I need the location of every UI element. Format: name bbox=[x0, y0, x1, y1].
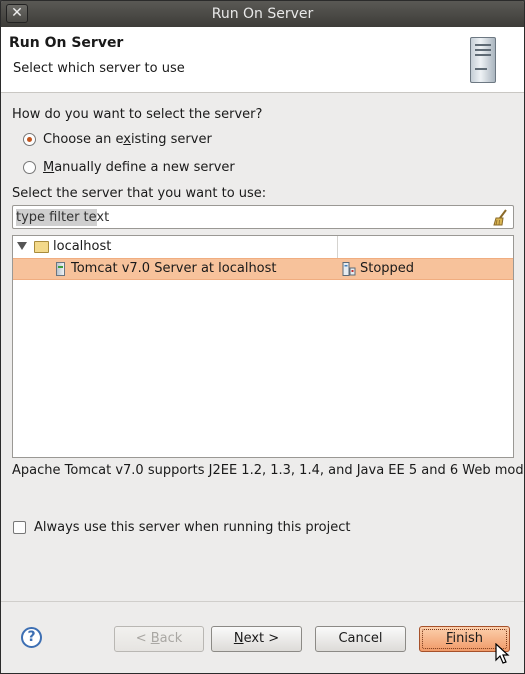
server-small-icon bbox=[56, 262, 65, 276]
always-use-option[interactable]: Always use this server when running this… bbox=[13, 520, 351, 535]
server-name: Tomcat v7.0 Server at localhost bbox=[71, 261, 277, 276]
next-button[interactable]: Next > bbox=[211, 626, 302, 652]
radio-button[interactable] bbox=[23, 160, 36, 174]
always-use-label: Always use this server when running this… bbox=[34, 520, 351, 535]
wizard-title: Run On Server bbox=[9, 35, 124, 51]
server-list-label: Select the server that you want to use: bbox=[12, 186, 267, 201]
mouse-cursor-icon bbox=[495, 643, 510, 664]
broom-icon[interactable] bbox=[493, 209, 509, 226]
folder-icon bbox=[34, 241, 49, 253]
always-use-checkbox[interactable] bbox=[13, 521, 26, 534]
filter-field[interactable] bbox=[12, 205, 514, 229]
radio-label: Choose an existing server bbox=[43, 131, 212, 147]
help-icon[interactable]: ? bbox=[21, 627, 42, 648]
server-icon bbox=[470, 37, 496, 83]
radio-choose-existing[interactable]: Choose an existing server bbox=[23, 130, 212, 148]
cancel-button[interactable]: Cancel bbox=[315, 626, 406, 652]
server-tree[interactable]: localhost Tomcat v7.0 Server at localhos… bbox=[12, 235, 514, 458]
wizard-header: Run On Server Select which server to use bbox=[1, 27, 524, 93]
window-title: Run On Server bbox=[211, 6, 314, 22]
footer-separator bbox=[1, 601, 524, 602]
tree-row-server[interactable]: Tomcat v7.0 Server at localhost Stopped bbox=[13, 258, 513, 280]
server-state: Stopped bbox=[360, 261, 415, 276]
title-bar[interactable]: ✕ Run On Server bbox=[1, 1, 524, 27]
filter-input[interactable] bbox=[16, 209, 476, 226]
back-button[interactable]: < Back bbox=[114, 626, 204, 652]
radio-manually-define[interactable]: Manually define a new server bbox=[23, 158, 235, 176]
server-description: Apache Tomcat v7.0 supports J2EE 1.2, 1.… bbox=[12, 463, 525, 478]
host-label: localhost bbox=[53, 239, 112, 254]
wizard-subtitle: Select which server to use bbox=[13, 61, 185, 76]
radio-button[interactable] bbox=[23, 132, 36, 146]
run-on-server-dialog: ✕ Run On Server Run On Server Select whi… bbox=[0, 0, 525, 674]
expand-triangle-icon[interactable] bbox=[17, 242, 27, 250]
selection-question: How do you want to select the server? bbox=[12, 107, 263, 122]
stopped-status-icon bbox=[342, 262, 356, 276]
radio-label: Manually define a new server bbox=[43, 159, 235, 175]
tree-row-host[interactable]: localhost bbox=[13, 236, 513, 258]
